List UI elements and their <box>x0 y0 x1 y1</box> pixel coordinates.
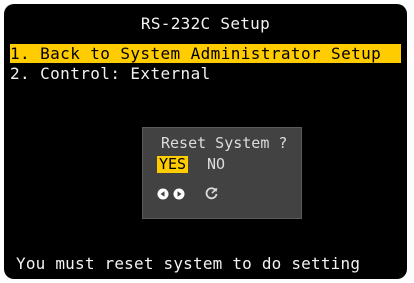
screen-title: RS-232C Setup <box>140 14 271 33</box>
dialog-title: Reset System ? <box>161 134 288 152</box>
left-arrow-icon <box>157 188 169 200</box>
yes-button[interactable]: YES <box>157 156 189 173</box>
right-arrow-icon <box>173 188 185 200</box>
enter-icon <box>205 186 218 200</box>
menu-item-control-external[interactable]: 2. Control: External <box>10 64 211 83</box>
menu-item-back-to-system-admin[interactable]: 1. Back to System Administrator Setup <box>10 44 401 63</box>
status-message: You must reset system to do setting <box>16 254 361 273</box>
osd-screen: RS-232C Setup 1. Back to System Administ… <box>4 4 407 279</box>
reset-system-dialog: Reset System ? YES NO <box>142 127 302 219</box>
no-button[interactable]: NO <box>205 156 227 173</box>
